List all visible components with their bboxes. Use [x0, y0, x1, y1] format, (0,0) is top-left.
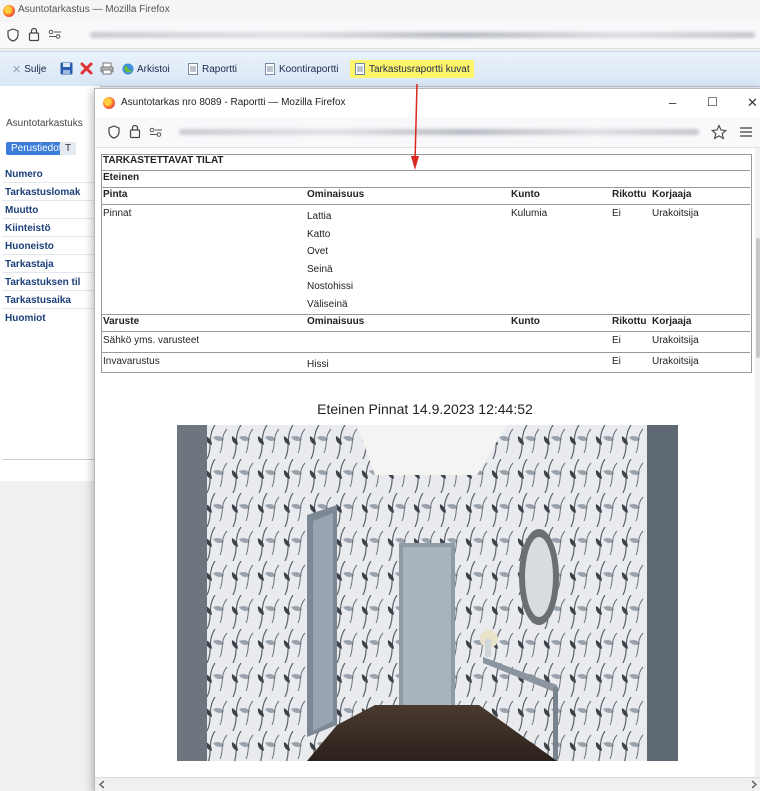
minimize-button[interactable]: – [669, 95, 676, 110]
equipment-name: Invavarustus [103, 356, 160, 367]
report-button[interactable]: Raportti [187, 60, 237, 78]
outer-url-text-blurred [90, 32, 755, 38]
vertical-scrollbar[interactable] [755, 148, 760, 778]
surface-broken: Ei [612, 208, 621, 219]
popup-title: Asuntotarkas nro 8089 - Raportti — Mozil… [121, 97, 346, 108]
field-label-inspection-time: Tarkastusaika [2, 292, 98, 309]
surface-fixer: Urakoitsija [652, 208, 699, 219]
surface-item: Katto [307, 228, 331, 240]
permissions-icon[interactable] [48, 29, 62, 39]
field-label-inspection-status: Tarkastuksen til [2, 274, 98, 291]
section-title: TARKASTETTAVAT TILAT [101, 154, 750, 171]
field-label-notes: Huomiot [2, 310, 98, 460]
field-label-move: Muutto [2, 202, 98, 219]
field-label-form: Tarkastuslomak [2, 184, 98, 201]
col-header-broken: Rikottu [610, 187, 650, 205]
equipment-broken: Ei [610, 331, 650, 353]
equipment-property [305, 331, 509, 353]
lock-icon[interactable] [129, 124, 141, 139]
outer-window-title: Asuntotarkastus — Mozilla Firefox [18, 4, 170, 15]
equipment-name: Sähkö yms. varusteet [101, 331, 305, 353]
equipment-condition [509, 331, 610, 353]
shield-icon[interactable] [107, 125, 121, 139]
report-content: TARKASTETTAVAT TILAT Eteinen Pinta Omina… [95, 148, 755, 778]
close-label: Sulje [24, 63, 47, 75]
surface-item: Lattia [307, 211, 332, 222]
archive-button[interactable]: Arkistoi [122, 60, 170, 78]
surface-name: Pinnat [103, 208, 132, 219]
col-header-property: Ominaisuus [305, 187, 509, 205]
close-x-icon: ✕ [12, 63, 22, 76]
lock-icon[interactable] [28, 27, 40, 42]
account-report-button[interactable]: Koontiraportti [264, 60, 338, 78]
account-report-document-icon [265, 63, 275, 75]
menu-icon[interactable] [739, 126, 753, 138]
col-header-eq-broken: Rikottu [610, 314, 650, 332]
bookmark-star-icon[interactable] [711, 124, 727, 140]
field-label-apartment: Huoneisto [2, 238, 98, 255]
surface-condition: Kulumia [511, 208, 548, 219]
surface-item: Seinä [307, 263, 333, 275]
archive-globe-icon [122, 63, 134, 75]
print-icon[interactable] [100, 62, 114, 75]
tab-basic-info[interactable]: Perustiedot [6, 142, 67, 155]
equipment-fixer: Urakoitsija [650, 331, 750, 353]
popup-url-text-blurred [179, 129, 699, 135]
app-form-panel: Asuntotarkastuks Perustiedot T Numero Ta… [0, 86, 101, 481]
report-popup-window: Asuntotarkas nro 8089 - Raportti — Mozil… [94, 88, 760, 791]
field-label-property: Kiinteistö [2, 220, 98, 237]
surface-items-cell: Lattia Katto Ovet Seinä Nostohissi Välis… [305, 205, 509, 315]
form-header: Asuntotarkastuks [6, 118, 83, 129]
table-row: Sähkö yms. varusteet Ei Urakoitsija [101, 331, 750, 353]
col-header-eq-condition: Kunto [509, 314, 610, 332]
shield-icon[interactable] [6, 28, 20, 42]
outer-url-bar[interactable] [0, 22, 760, 49]
delete-icon[interactable] [80, 62, 93, 75]
report-table: TARKASTETTAVAT TILAT Eteinen Pinta Omina… [101, 154, 750, 374]
field-label-inspector: Tarkastaja [2, 256, 98, 273]
col-header-surface: Pinta [101, 187, 305, 205]
equipment-property: Hissi [307, 359, 329, 370]
popup-titlebar: Asuntotarkas nro 8089 - Raportti — Mozil… [95, 89, 760, 117]
equipment-fixer: Urakoitsija [652, 356, 699, 367]
room-name: Eteinen [101, 170, 750, 188]
firefox-logo-icon [103, 97, 115, 109]
equipment-broken: Ei [612, 356, 621, 367]
annotation-arrow [411, 84, 419, 170]
maximize-button[interactable]: ☐ [707, 95, 718, 109]
account-report-label: Koontiraportti [279, 63, 339, 75]
photo-report-button[interactable]: Tarkastusraportti kuvat [350, 60, 474, 78]
field-label-number: Numero [2, 166, 98, 183]
col-header-fixer: Korjaaja [650, 187, 750, 205]
archive-label: Arkistoi [137, 63, 170, 75]
firefox-logo-icon [3, 5, 15, 17]
surface-item: Väliseinä [307, 298, 348, 310]
photo-report-document-icon [355, 63, 365, 75]
report-document-icon [188, 63, 198, 75]
table-row: Pinnat Lattia Katto Ovet Seinä Nostohiss… [101, 205, 750, 315]
col-header-eq-property: Ominaisuus [305, 314, 509, 332]
report-label: Raportti [202, 63, 238, 75]
table-row: Invavarustus Hissi Ei Urakoitsija [101, 353, 750, 375]
close-window-button[interactable]: ✕ [747, 95, 758, 111]
tab-other[interactable]: T [60, 142, 77, 155]
outer-window-titlebar: Asuntotarkastus — Mozilla Firefox [0, 0, 760, 22]
scroll-right-icon[interactable] [750, 780, 758, 789]
scroll-left-icon[interactable] [98, 780, 106, 789]
app-toolbar: ✕ Sulje Arkistoi Raportti Koontiraportti… [0, 51, 760, 87]
col-header-condition: Kunto [509, 187, 610, 205]
popup-url-bar[interactable] [95, 117, 760, 148]
permissions-icon[interactable] [149, 127, 163, 137]
close-button[interactable]: ✕ Sulje [12, 60, 46, 78]
hallway-photo [177, 425, 678, 761]
surface-item: Ovet [307, 246, 329, 257]
col-header-equipment: Varuste [101, 314, 305, 332]
photo-report-label: Tarkastusraportti kuvat [369, 63, 470, 75]
surface-item: Nostohissi [307, 281, 354, 292]
equipment-condition [509, 353, 610, 375]
col-header-eq-fixer: Korjaaja [650, 314, 750, 332]
vertical-scrollbar-thumb[interactable] [756, 238, 760, 358]
save-icon[interactable] [60, 62, 73, 75]
photo-caption: Eteinen Pinnat 14.9.2023 12:44:52 [317, 401, 533, 417]
